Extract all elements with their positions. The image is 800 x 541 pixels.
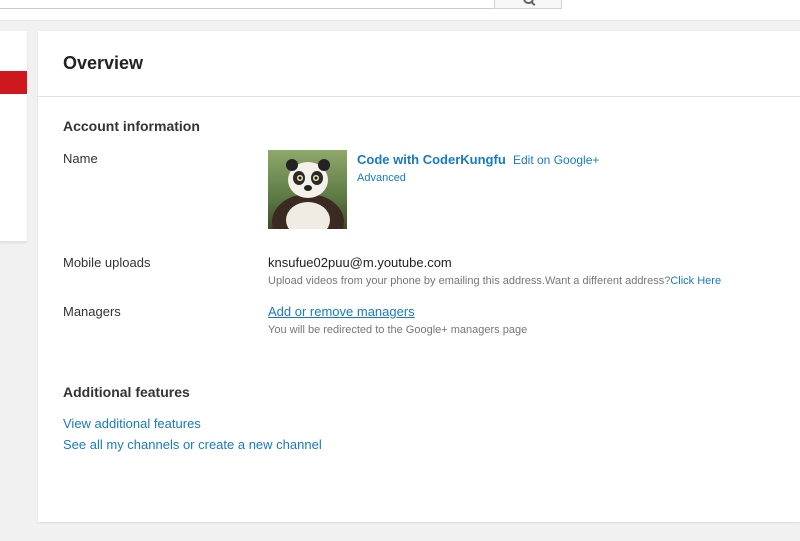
add-remove-managers-link[interactable]: Add or remove managers — [268, 304, 415, 319]
channel-name-link[interactable]: Code with CoderKungfu — [357, 152, 506, 167]
search-input[interactable] — [0, 0, 495, 9]
sidebar-active-item[interactable] — [0, 71, 27, 94]
account-information-heading: Account information — [63, 118, 200, 134]
mobile-uploads-label: Mobile uploads — [63, 255, 151, 270]
search-button[interactable] — [494, 0, 562, 9]
see-all-channels-link[interactable]: See all my channels or create a new chan… — [63, 437, 322, 452]
managers-hint: You will be redirected to the Google+ ma… — [268, 324, 528, 336]
guide-sidebar — [0, 31, 27, 242]
panda-avatar-image — [268, 150, 347, 229]
mobile-upload-hint: Upload videos from your phone by emailin… — [268, 275, 721, 287]
card-header: Overview — [38, 31, 800, 97]
overview-card: Overview Account information Name Code w… — [38, 31, 800, 522]
advanced-link[interactable]: Advanced — [357, 172, 406, 184]
page-title: Overview — [63, 53, 144, 73]
mobile-upload-email: knsufue02puu@m.youtube.com — [268, 255, 452, 270]
panda-avatar-icon[interactable] — [268, 150, 347, 229]
search-icon-handle — [530, 1, 536, 6]
edit-on-google-plus-link[interactable]: Edit on Google+ — [513, 153, 599, 167]
managers-label: Managers — [63, 304, 121, 319]
click-here-link[interactable]: Click Here — [670, 275, 721, 287]
view-additional-features-link[interactable]: View additional features — [63, 416, 201, 431]
additional-features-heading: Additional features — [63, 384, 190, 400]
name-label: Name — [63, 151, 98, 166]
mobile-upload-hint-text: Upload videos from your phone by emailin… — [268, 275, 671, 287]
masthead — [0, 0, 800, 21]
